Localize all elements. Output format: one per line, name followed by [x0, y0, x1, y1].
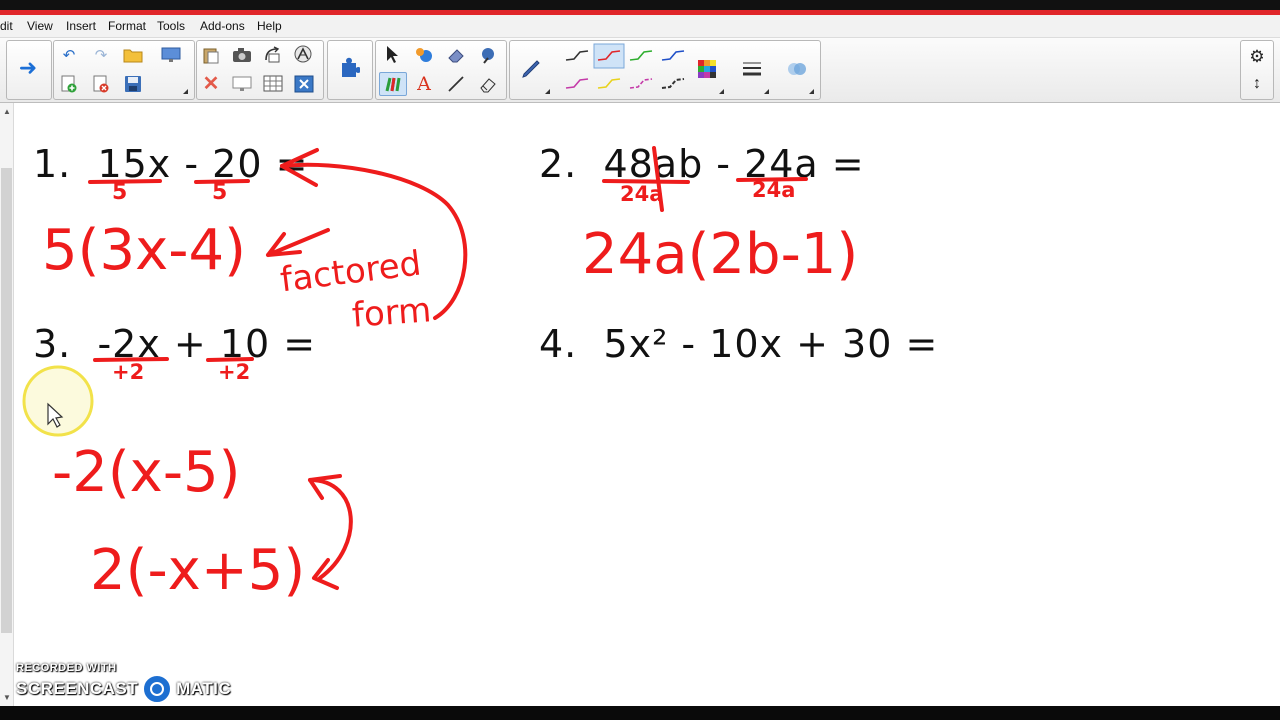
- camera-icon[interactable]: [231, 44, 253, 66]
- handwritten-divisor: 5: [112, 180, 128, 205]
- screen-shade-icon[interactable]: [160, 44, 182, 66]
- pen-style-swatch[interactable]: [565, 50, 589, 61]
- screencast-logo-icon: [142, 674, 173, 704]
- line-icon[interactable]: [445, 73, 467, 95]
- transparency-icon[interactable]: [786, 58, 808, 80]
- magic-pen-icon[interactable]: [477, 44, 499, 66]
- handwritten-divisor: 24a: [620, 182, 664, 206]
- dropdown-corner[interactable]: [764, 89, 769, 94]
- scroll-thumb[interactable]: [1, 168, 12, 633]
- dropdown-corner[interactable]: [183, 89, 188, 94]
- handwritten-divisor: +2: [218, 360, 251, 384]
- pen-style-swatches[interactable]: [560, 42, 700, 98]
- menu-bar: dit View Insert Format Tools Add-ons Hel…: [0, 15, 1280, 38]
- toolbar-group-settings: ⚙ ↕: [1240, 40, 1274, 100]
- problem-expression: 48ab - 24a =: [603, 142, 865, 186]
- toolbar-group-page: ↶ ↷: [53, 40, 195, 100]
- pens-icon[interactable]: [379, 72, 407, 96]
- handwritten-note: form: [350, 290, 433, 336]
- handwritten-divisor: +2: [112, 360, 145, 384]
- problem-number: 3.: [33, 322, 72, 366]
- toolbar-group-properties: [509, 40, 821, 100]
- problem-2: 2. 48ab - 24a =: [539, 142, 865, 186]
- gear-icon[interactable]: ⚙: [1246, 45, 1268, 67]
- problem-expression: 15x - 20 =: [97, 142, 309, 186]
- toolbar-group-navigation: ➜: [6, 40, 52, 100]
- handwritten-answer: 2(-x+5): [90, 538, 306, 603]
- menu-insert[interactable]: Insert: [66, 19, 96, 33]
- select-icon[interactable]: [381, 44, 403, 66]
- dropdown-corner[interactable]: [545, 89, 550, 94]
- menu-edit[interactable]: dit: [0, 19, 13, 33]
- toolbar-group-tools: A: [375, 40, 507, 100]
- close-window-icon[interactable]: [293, 73, 315, 95]
- toolbar: ➜ ↶ ↷ ✕ A ⚙ ↕: [0, 38, 1280, 103]
- problem-number: 2.: [539, 142, 578, 186]
- handwritten-answer: 24a(2b-1): [582, 222, 859, 287]
- scroll-up-icon[interactable]: ▲: [3, 107, 11, 116]
- watermark-line2: SCREENCAST MATIC: [16, 674, 231, 704]
- table-icon[interactable]: [262, 73, 284, 95]
- puzzle-icon[interactable]: [338, 57, 360, 79]
- pen-style-swatch[interactable]: [597, 78, 621, 89]
- dropdown-corner[interactable]: [809, 89, 814, 94]
- save-icon[interactable]: [122, 73, 144, 95]
- vertical-scrollbar[interactable]: ▲ ▼: [0, 103, 14, 706]
- toolbar-group-addons: [327, 40, 373, 100]
- handwritten-answer: 5(3x-4): [42, 218, 246, 283]
- menu-view[interactable]: View: [27, 19, 53, 33]
- watermark-brand-a: SCREENCAST: [16, 679, 139, 698]
- shape-eraser-icon[interactable]: [477, 73, 499, 95]
- fill-icon[interactable]: [413, 44, 435, 66]
- move-toolbar-icon[interactable]: ↕: [1246, 73, 1268, 95]
- dropdown-corner[interactable]: [719, 89, 724, 94]
- folder-icon[interactable]: [122, 44, 144, 66]
- problem-1: 1. 15x - 20 =: [33, 142, 308, 186]
- pen-icon[interactable]: [520, 58, 542, 80]
- window-bottom-bar: [0, 706, 1280, 720]
- pen-style-swatch[interactable]: [629, 78, 653, 89]
- delete-icon[interactable]: ✕: [200, 73, 222, 95]
- problem-4: 4. 5x² - 10x + 30 =: [539, 322, 938, 366]
- delete-page-icon[interactable]: [90, 73, 112, 95]
- handwritten-divisor: 5: [212, 180, 228, 205]
- fit-icon[interactable]: [262, 44, 284, 66]
- undo-icon[interactable]: ↶: [58, 44, 80, 66]
- transparent-background-icon[interactable]: [293, 44, 315, 66]
- menu-addons[interactable]: Add-ons: [200, 19, 245, 33]
- full-screen-icon[interactable]: [231, 73, 253, 95]
- pen-style-swatch[interactable]: [565, 78, 589, 89]
- add-page-icon[interactable]: [58, 73, 80, 95]
- menu-help[interactable]: Help: [257, 19, 282, 33]
- problem-number: 4.: [539, 322, 578, 366]
- eraser-icon[interactable]: [445, 44, 467, 66]
- toolbar-group-edit: ✕: [196, 40, 324, 100]
- line-style-icon[interactable]: [741, 58, 763, 80]
- pen-style-swatch[interactable]: [629, 50, 653, 61]
- screencast-watermark: RECORDED WITH SCREENCAST MATIC: [16, 662, 231, 704]
- watermark-line1: RECORDED WITH: [16, 662, 117, 674]
- handwritten-divisor: 24a: [752, 178, 796, 202]
- paste-icon[interactable]: [200, 44, 222, 66]
- window-top-stripe: [0, 0, 1280, 15]
- menu-format[interactable]: Format: [108, 19, 146, 33]
- watermark-brand-b: MATIC: [176, 679, 232, 698]
- problem-3: 3. -2x + 10 =: [33, 322, 316, 366]
- scroll-down-icon[interactable]: ▼: [3, 693, 11, 702]
- pen-style-swatch[interactable]: [661, 78, 685, 89]
- problem-expression: 5x² - 10x + 30 =: [603, 322, 939, 366]
- arrow-right-icon[interactable]: ➜: [17, 57, 39, 79]
- text-icon[interactable]: A: [413, 73, 435, 95]
- pen-style-swatch[interactable]: [661, 50, 685, 61]
- problem-number: 1.: [33, 142, 72, 186]
- color-palette-icon[interactable]: [696, 58, 718, 80]
- redo-icon[interactable]: ↷: [90, 44, 112, 66]
- handwritten-answer: -2(x-5): [52, 440, 241, 505]
- menu-tools[interactable]: Tools: [157, 19, 185, 33]
